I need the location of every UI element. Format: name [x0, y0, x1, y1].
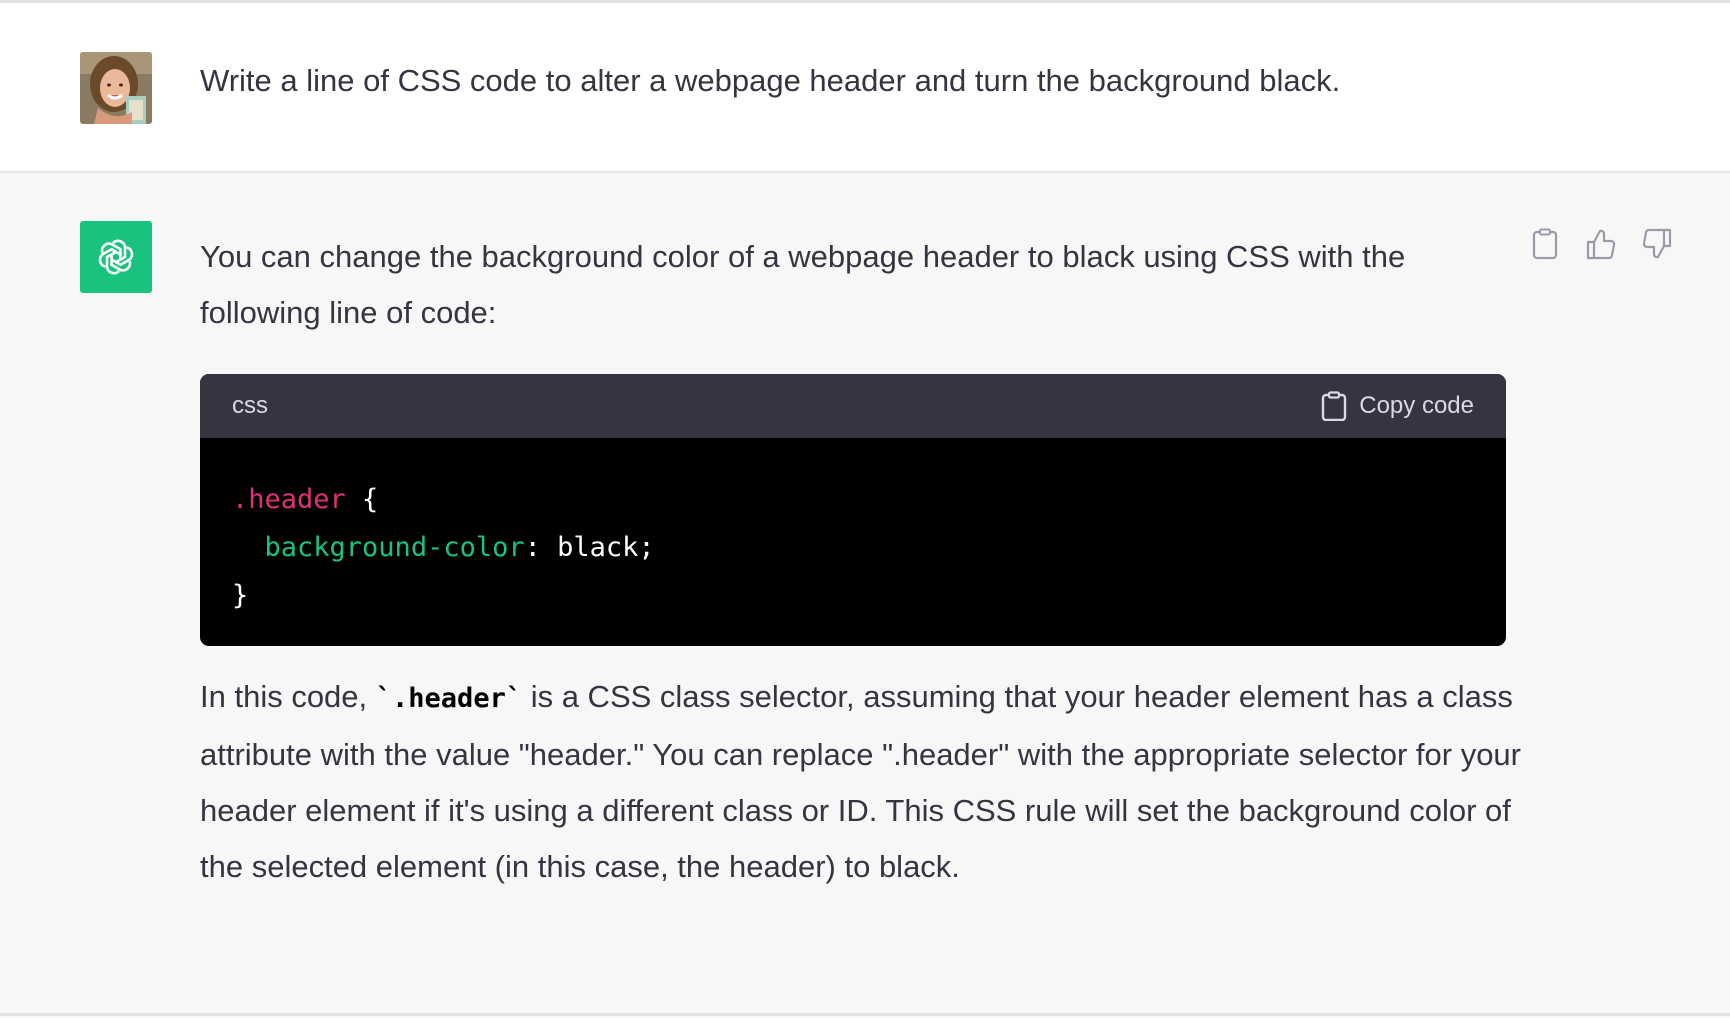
user-message-row: Write a line of CSS code to alter a webp…	[0, 3, 1730, 173]
message-actions	[1530, 227, 1672, 261]
code-line-1: .header {	[232, 476, 1474, 524]
inline-code-header: `.header`	[375, 683, 523, 714]
intro-paragraph: You can change the background color of a…	[200, 239, 1406, 330]
code-close-brace: }	[232, 580, 249, 611]
code-block: css Copy code .header { background-color…	[200, 374, 1506, 646]
clipboard-icon	[1322, 391, 1347, 421]
code-property: background-color	[264, 532, 525, 563]
user-avatar	[80, 52, 152, 124]
bottom-divider	[0, 1013, 1730, 1016]
user-message-text: Write a line of CSS code to alter a webp…	[200, 63, 1341, 98]
copy-code-button[interactable]: Copy code	[1321, 391, 1474, 421]
assistant-message-row: You can change the background color of a…	[0, 173, 1730, 1013]
thumbs-up-icon	[1586, 229, 1616, 260]
code-line-3: }	[232, 572, 1474, 620]
explanation-before: In this code,	[200, 679, 376, 714]
code-body: .header { background-color: black;}	[200, 438, 1506, 620]
assistant-intro: You can change the background color of a…	[200, 229, 1530, 341]
copy-code-label: Copy code	[1359, 392, 1474, 419]
clipboard-icon	[1532, 228, 1558, 260]
code-selector: .header	[232, 484, 346, 515]
thumbs-down-icon	[1642, 228, 1672, 259]
code-block-header: css Copy code	[200, 374, 1506, 438]
user-avatar-photo	[80, 52, 152, 124]
thumbs-up-button[interactable]	[1586, 227, 1616, 261]
code-open-brace: {	[345, 484, 379, 515]
explanation-paragraph: In this code, `.header` is a CSS class s…	[200, 669, 1530, 895]
assistant-avatar	[80, 221, 152, 293]
code-colon: :	[524, 532, 558, 563]
copy-message-button[interactable]	[1530, 227, 1560, 261]
thumbs-down-button[interactable]	[1642, 227, 1672, 261]
openai-logo-icon	[98, 239, 134, 275]
code-language-label: css	[232, 392, 268, 419]
code-line-2: background-color: black;	[232, 524, 1474, 572]
code-value: black;	[557, 532, 655, 563]
